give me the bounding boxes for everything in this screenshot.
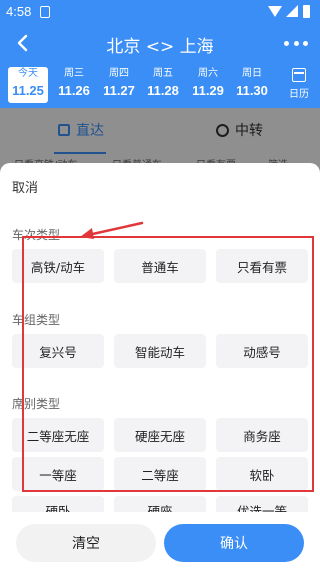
date-weekday: 周四 <box>109 68 129 79</box>
calendar-button[interactable]: 日历 <box>282 68 316 100</box>
title-bar: 北京 <> 上海 <box>0 24 320 64</box>
date-item-today[interactable]: 今天 11.25 <box>8 67 48 103</box>
date-item[interactable]: 周六 11.29 <box>188 67 228 100</box>
option-fuxing[interactable]: 复兴号 <box>12 334 104 368</box>
calendar-icon <box>292 68 306 82</box>
date-value: 11.26 <box>58 83 90 98</box>
option-smart-emu[interactable]: 智能动车 <box>114 334 206 368</box>
status-time: 4:58 <box>6 4 32 19</box>
option-normal-train[interactable]: 普通车 <box>114 249 206 283</box>
option-seat[interactable]: 一等座 <box>12 457 104 491</box>
date-value: 11.30 <box>236 83 268 98</box>
date-value: 11.29 <box>192 83 224 98</box>
date-value: 11.25 <box>12 83 44 98</box>
date-value: 11.27 <box>103 83 135 98</box>
more-options-icon[interactable] <box>284 41 308 47</box>
page-title: 北京 <> 上海 <box>106 37 214 57</box>
date-weekday: 周五 <box>153 68 173 79</box>
sheet-footer: 清空 确认 <box>0 512 320 568</box>
section-title-train-type: 车次类型 <box>12 228 61 242</box>
date-item[interactable]: 周三 11.26 <box>54 67 94 100</box>
signal-icon <box>286 5 298 17</box>
date-weekday: 周日 <box>242 68 262 79</box>
confirm-button[interactable]: 确认 <box>164 524 304 562</box>
option-seat[interactable]: 商务座 <box>216 418 308 452</box>
section-title-train-set: 车组类型 <box>12 313 61 327</box>
option-donggan[interactable]: 动感号 <box>216 334 308 368</box>
date-weekday: 周六 <box>198 68 218 79</box>
filter-sheet: 取消 车次类型 高铁/动车 普通车 只看有票 车组类型 复兴号 智能动车 动感号… <box>0 163 320 568</box>
option-seat[interactable]: 软卧 <box>216 457 308 491</box>
clear-button[interactable]: 清空 <box>16 524 156 562</box>
option-seat[interactable]: 二等座 <box>114 457 206 491</box>
calendar-label: 日历 <box>289 89 309 100</box>
sd-card-icon <box>40 6 50 18</box>
date-item[interactable]: 周日 11.30 <box>232 67 272 100</box>
wifi-icon <box>268 6 282 17</box>
cancel-button[interactable]: 取消 <box>12 177 38 196</box>
option-high-speed[interactable]: 高铁/动车 <box>12 249 104 283</box>
battery-icon <box>303 5 310 18</box>
date-item[interactable]: 周四 11.27 <box>99 67 139 100</box>
date-weekday: 周三 <box>64 68 84 79</box>
status-bar: 4:58 <box>0 0 320 24</box>
date-item[interactable]: 周五 11.28 <box>143 67 183 100</box>
option-seat[interactable]: 硬座无座 <box>114 418 206 452</box>
option-available-only[interactable]: 只看有票 <box>216 249 308 283</box>
date-value: 11.28 <box>147 83 179 98</box>
option-seat[interactable]: 二等座无座 <box>12 418 104 452</box>
date-strip: 今天 11.25 周三 11.26 周四 11.27 周五 11.28 周六 1… <box>0 64 320 108</box>
section-title-seat-type: 席别类型 <box>12 397 61 411</box>
date-weekday: 今天 <box>18 68 38 79</box>
